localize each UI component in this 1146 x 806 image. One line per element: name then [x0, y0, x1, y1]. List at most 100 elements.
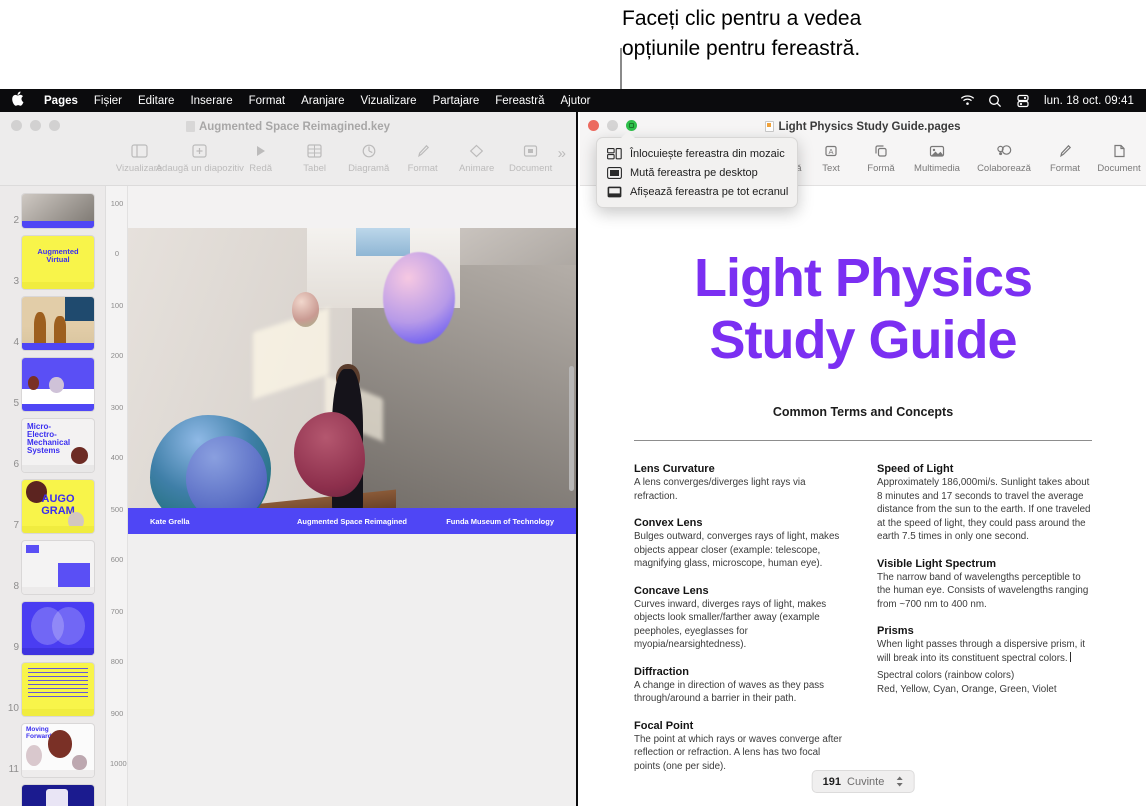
current-slide[interactable]: Kate Grella Augmented Space Reimagined F…: [128, 228, 576, 534]
callout-line-2: opțiunile pentru fereastră.: [622, 36, 861, 60]
slide-thumbnail[interactable]: Micro- Electro- Mechanical Systems: [22, 419, 94, 472]
ruler-tick: 700: [110, 607, 124, 616]
slide-thumbnail[interactable]: [22, 663, 94, 716]
slide-thumbnail[interactable]: AUGO GRAM: [22, 480, 94, 533]
menu-item-fereastra[interactable]: Fereastră: [487, 95, 552, 107]
pages-window[interactable]: Light Physics Study Guide.pages Vi Diagr…: [580, 112, 1146, 806]
list-item[interactable]: 6 Micro- Electro- Mechanical Systems: [0, 411, 105, 472]
menu-item-aranjare[interactable]: Aranjare: [293, 95, 352, 107]
menu-item-inserare[interactable]: Inserare: [182, 95, 240, 107]
slide-thumbnail[interactable]: [22, 358, 94, 411]
keynote-toolbar-format[interactable]: Format: [396, 139, 450, 174]
term-body: A lens converges/diverges light rays via…: [634, 477, 806, 502]
keynote-toolbar-overflow-button[interactable]: »: [558, 139, 576, 162]
pages-toolbar-text[interactable]: A Text: [806, 139, 856, 174]
window-options-popup[interactable]: Înlocuiește fereastra din mozaic Mută fe…: [596, 131, 798, 208]
keynote-slide-navigator[interactable]: 2 3 Augmented Virtual 4 5 6 Micro- Elect…: [0, 186, 106, 806]
search-icon[interactable]: [988, 93, 1003, 108]
term-body: When light passes through a dispersive p…: [877, 638, 1092, 665]
ruler-tick: 300: [110, 403, 124, 412]
keynote-toolbar-document[interactable]: Document: [504, 139, 558, 174]
slide-thumbnail[interactable]: [22, 541, 94, 594]
ruler-tick: 0: [114, 249, 120, 258]
chevron-updown-icon[interactable]: [895, 775, 903, 788]
term-body: The point at which rays or waves converg…: [634, 733, 843, 772]
keynote-toolbar[interactable]: Vizualizare Adaugă un diapozitiv Redă Ta…: [0, 139, 576, 186]
keynote-toolbar-animate[interactable]: Animare: [450, 139, 504, 174]
menu-item-fisier[interactable]: Fișier: [86, 95, 130, 107]
slide-thumbnail[interactable]: Moving Forward: [22, 724, 94, 777]
slide-thumbnail[interactable]: [22, 297, 94, 350]
page-title-line-2: Study Guide: [709, 309, 1017, 370]
list-item[interactable]: 2: [0, 186, 105, 228]
list-item[interactable]: 10: [0, 655, 105, 716]
control-center-icon[interactable]: [1016, 93, 1031, 108]
menu-item-vizualizare[interactable]: Vizualizare: [353, 95, 425, 107]
menu-clock[interactable]: lun. 18 oct. 09:41: [1044, 95, 1134, 107]
left-column: Lens Curvature A lens converges/diverges…: [634, 463, 849, 787]
ruler-tick: 100: [110, 199, 124, 208]
pages-toolbar-format[interactable]: Format: [1040, 139, 1090, 174]
pages-toolbar-shape-label: Formă: [867, 163, 895, 174]
word-count-badge[interactable]: 191 Cuvinte: [811, 770, 915, 793]
pages-toolbar-media-label: Multimedia: [914, 163, 960, 174]
format-brush-icon: [416, 141, 430, 161]
slide-number: 10: [7, 703, 19, 714]
keynote-slide-canvas[interactable]: Kate Grella Augmented Space Reimagined F…: [128, 186, 576, 806]
keynote-vertical-scrollbar[interactable]: [569, 366, 574, 491]
keynote-toolbar-document-label: Document: [509, 163, 553, 174]
keynote-toolbar-table[interactable]: Tabel: [288, 139, 342, 174]
term-heading: Convex Lens: [634, 517, 703, 530]
slide-number: 3: [13, 276, 19, 287]
popup-item-tile-replace[interactable]: Înlocuiește fereastra din mozaic: [597, 144, 797, 163]
pages-toolbar-collaborate[interactable]: Colaborează: [968, 139, 1040, 174]
list-item[interactable]: 9: [0, 594, 105, 655]
slide-thumbnail[interactable]: [22, 785, 94, 806]
popup-item-move-to-desktop[interactable]: Mută fereastra pe desktop: [597, 163, 797, 182]
slide-number: 4: [13, 337, 19, 348]
menu-item-format[interactable]: Format: [241, 95, 293, 107]
menu-item-partajare[interactable]: Partajare: [425, 95, 488, 107]
slide-thumbnail[interactable]: [22, 602, 94, 655]
move-to-desktop-icon: [607, 166, 622, 179]
list-item[interactable]: 8: [0, 533, 105, 594]
fullscreen-icon: [607, 185, 622, 198]
orb-large: [383, 252, 456, 345]
pages-toolbar-media[interactable]: Multimedia: [906, 139, 968, 174]
pages-toolbar-shape[interactable]: Formă: [856, 139, 906, 174]
keynote-window[interactable]: Augmented Space Reimagined.key Vizualiza…: [0, 112, 578, 806]
popup-item-fullscreen[interactable]: Afișează fereastra pe tot ecranul: [597, 182, 797, 201]
list-item[interactable]: 7 AUGO GRAM: [0, 472, 105, 533]
popup-item-label: Afișează fereastra pe tot ecranul: [630, 185, 789, 198]
menu-item-editare[interactable]: Editare: [130, 95, 182, 107]
slide-footer: Kate Grella Augmented Space Reimagined F…: [128, 508, 576, 534]
add-slide-icon: [192, 141, 207, 161]
menu-item-ajutor[interactable]: Ajutor: [552, 95, 598, 107]
slide-number: 8: [13, 581, 19, 592]
media-icon: [929, 141, 945, 161]
term-heading: Concave Lens: [634, 584, 709, 597]
list-item[interactable]: 5: [0, 350, 105, 411]
keynote-title-text: Augmented Space Reimagined.key: [198, 120, 391, 133]
collaborate-icon: [996, 141, 1013, 161]
pages-toolbar-document[interactable]: Document: [1090, 139, 1146, 174]
list-item[interactable]: 4: [0, 289, 105, 350]
term-body-text: When light passes through a dispersive p…: [877, 639, 1086, 664]
slide-thumbnail[interactable]: [22, 194, 94, 228]
keynote-body: 2 3 Augmented Virtual 4 5 6 Micro- Elect…: [0, 186, 576, 806]
slide-thumbnail[interactable]: Augmented Virtual: [22, 236, 94, 289]
list-item[interactable]: 12: [0, 777, 105, 806]
keynote-toolbar-play[interactable]: Redă: [234, 139, 288, 174]
document-icon: [523, 141, 538, 161]
menu-app-name[interactable]: Pages: [36, 95, 86, 107]
list-item[interactable]: 11 Moving Forward: [0, 716, 105, 777]
keynote-toolbar-add-slide-label: Adaugă un diapozitiv: [155, 163, 244, 174]
keynote-toolbar-add-slide[interactable]: Adaugă un diapozitiv: [156, 139, 244, 174]
view-icon: [130, 141, 148, 161]
keynote-toolbar-chart[interactable]: Diagramă: [342, 139, 396, 174]
wifi-icon[interactable]: [960, 93, 975, 108]
list-item[interactable]: 3 Augmented Virtual: [0, 228, 105, 289]
pages-document-canvas[interactable]: Light Physics Study Guide Common Terms a…: [580, 186, 1146, 806]
apple-logo-icon[interactable]: [11, 91, 24, 108]
slide-number: 2: [13, 215, 19, 226]
